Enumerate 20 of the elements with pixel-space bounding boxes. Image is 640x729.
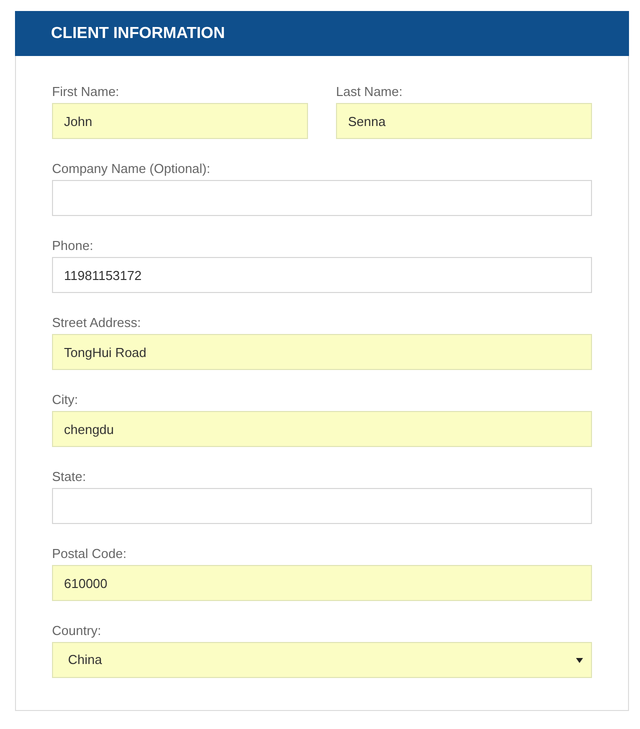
input-field[interactable]: chengdu: [52, 411, 592, 447]
field-label: Street Address:: [52, 315, 142, 331]
input-field[interactable]: [52, 488, 592, 524]
field-label: State:: [52, 469, 87, 485]
field-label: City:: [52, 392, 79, 408]
input-field[interactable]: [52, 180, 592, 216]
field-label: Phone:: [52, 238, 94, 254]
panel-title: CLIENT INFORMATION: [51, 24, 225, 44]
input-field[interactable]: Senna: [336, 103, 592, 139]
input-field[interactable]: 610000: [52, 565, 592, 601]
input-field[interactable]: TongHui Road: [52, 334, 592, 370]
input-field[interactable]: 11981153172: [52, 257, 592, 293]
field-label: Company Name (Optional):: [52, 161, 212, 177]
field-label: Postal Code:: [52, 546, 128, 562]
field-label: First Name:: [52, 84, 120, 100]
input-field[interactable]: John: [52, 103, 308, 139]
field-label: Country:: [52, 623, 102, 639]
dropdown-caret-icon: [576, 658, 583, 662]
country-select[interactable]: China: [52, 642, 592, 678]
field-label: Last Name:: [336, 84, 404, 100]
